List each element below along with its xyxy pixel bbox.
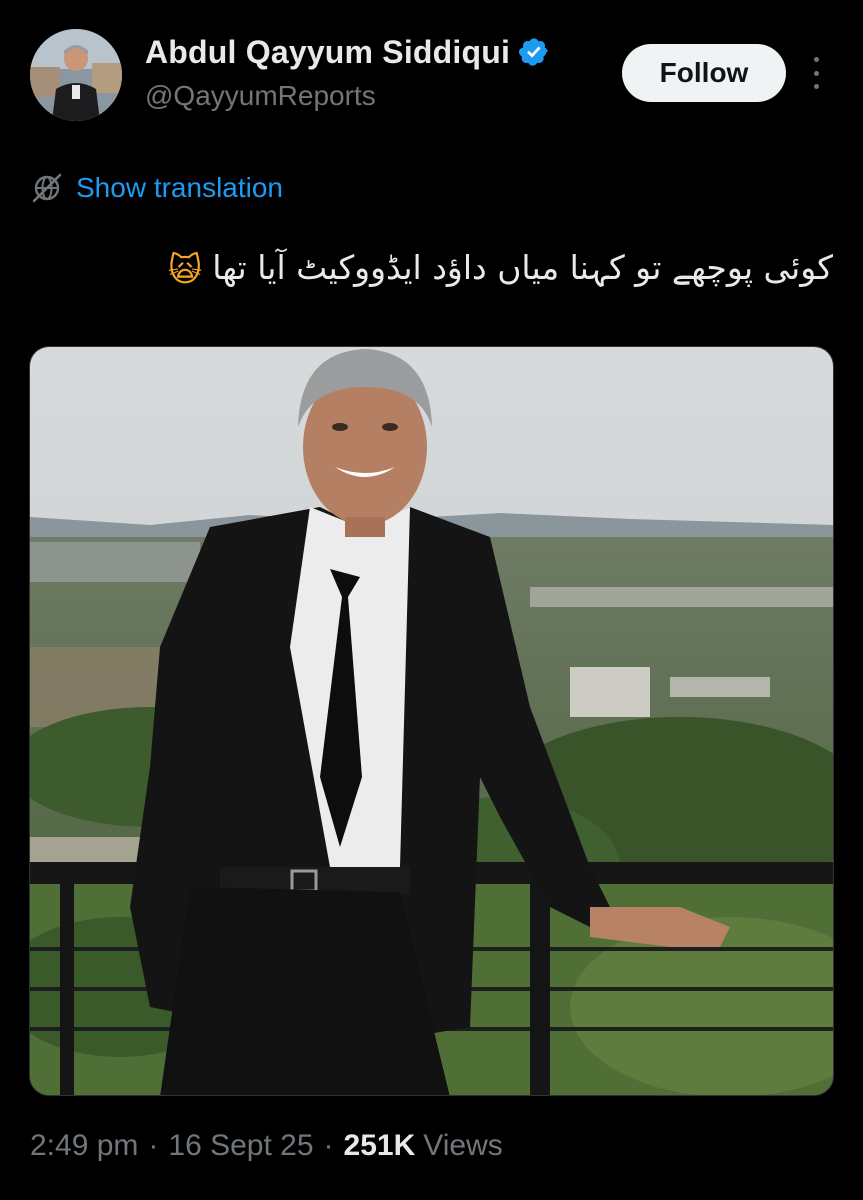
- tweet-card: Abdul Qayyum Siddiqui @QayyumReports Fol…: [0, 0, 863, 1200]
- meta-separator: ·: [148, 1129, 159, 1162]
- tweet-time[interactable]: 2:49 pm: [30, 1129, 138, 1163]
- globe-slash-icon: [32, 173, 62, 203]
- tweet-photo[interactable]: [29, 346, 834, 1096]
- tweet-text: کوئی پوچھے تو کہنا میاں داؤد ایڈووکیٹ آی…: [33, 238, 833, 300]
- avatar[interactable]: [30, 29, 122, 121]
- meta-separator: ·: [323, 1129, 334, 1162]
- more-vertical-icon[interactable]: [806, 52, 826, 94]
- show-translation-link[interactable]: Show translation: [30, 168, 283, 208]
- tweet-meta: 2:49 pm · 16 Sept 25 · 251K Views: [30, 1124, 503, 1168]
- tweet-text-body: کوئی پوچھے تو کہنا میاں داؤد ایڈووکیٹ آی…: [212, 248, 833, 287]
- views-count: 251K: [343, 1129, 416, 1162]
- author-name-row: Abdul Qayyum Siddiqui: [145, 28, 550, 76]
- author-display-name[interactable]: Abdul Qayyum Siddiqui: [145, 34, 510, 71]
- show-translation-label: Show translation: [76, 172, 284, 203]
- verified-badge-icon: [519, 38, 548, 66]
- author-handle[interactable]: @QayyumReports: [145, 80, 376, 112]
- tweet-date[interactable]: 16 Sept 25: [168, 1129, 313, 1163]
- views-label: Views: [423, 1129, 503, 1162]
- weary-cat-emoji: 🙀: [167, 249, 203, 289]
- follow-button[interactable]: Follow: [622, 44, 786, 102]
